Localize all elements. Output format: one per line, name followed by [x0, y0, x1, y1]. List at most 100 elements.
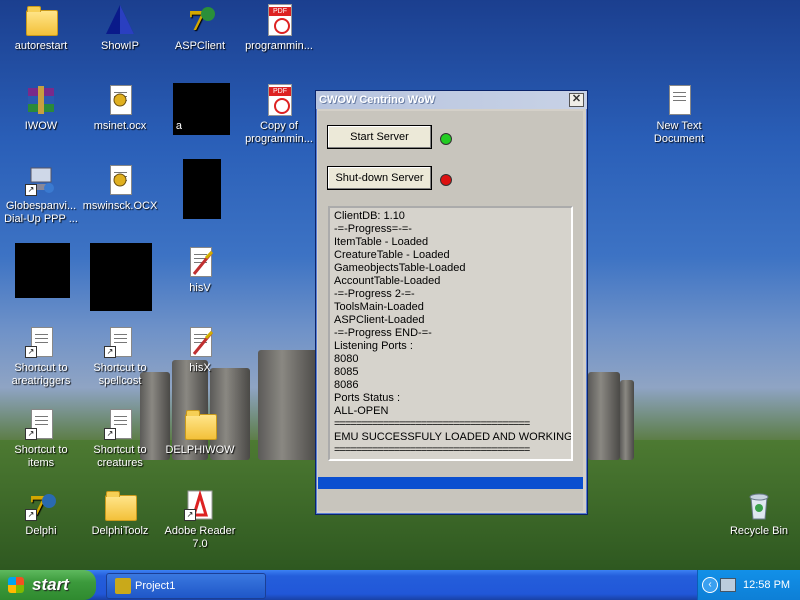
log-line: Listening Ports : [334, 340, 413, 352]
window-client-area: Start Server Shut-down Server ClientDB: … [318, 111, 583, 511]
log-line: CreatureTable - Loaded [334, 249, 450, 261]
desktop-icon-programming-pdf[interactable]: PDF programmin... [238, 4, 320, 53]
windows-logo-icon [8, 577, 24, 593]
shortcut-arrow-icon: ↗ [104, 428, 116, 440]
wallpaper-stone [620, 380, 634, 460]
folder-icon [184, 408, 217, 440]
delphi-app-icon: 7 ↗ [25, 489, 57, 522]
icon-label: Shortcut to items [14, 444, 68, 469]
start-button[interactable]: start [0, 570, 96, 600]
shortcut-arrow-icon: ↗ [25, 509, 37, 521]
log-line: ToolsMain-Loaded [334, 301, 424, 313]
start-label: start [32, 575, 69, 594]
log-line: ==================================== [334, 418, 530, 430]
icon-label: Delphi [25, 525, 57, 537]
icon-label: Recycle Bin [729, 525, 789, 537]
log-line: ==================================== [334, 444, 530, 456]
pyramid-icon [104, 4, 136, 36]
desktop-icon-delphitoolz[interactable]: DelphiToolz [79, 489, 161, 538]
server-log-memo[interactable]: ClientDB: 1.10 -=-Progress=-=- ItemTable… [328, 206, 573, 461]
icon-label: DelphiToolz [91, 525, 149, 537]
log-line: ALL-OPEN [334, 405, 389, 417]
icon-label: hisX [189, 362, 211, 374]
show-hidden-icons-chevron-icon[interactable]: ‹ [702, 577, 718, 593]
desktop-icon-autorestart[interactable]: autorestart [0, 4, 82, 53]
redacted-block [90, 243, 152, 311]
taskbar-button-label: Project1 [135, 580, 176, 592]
desktop-icon-aspclient[interactable]: 7 ASPClient [159, 4, 241, 53]
desktop-icon-a[interactable]: a [130, 120, 182, 133]
desktop-icon-shortcut-creatures[interactable]: ↗ Shortcut to creatures [79, 408, 161, 470]
icon-label: DELPHIWOW [165, 444, 235, 456]
folder-icon [104, 489, 137, 521]
recycle-bin-icon [743, 489, 775, 521]
log-line: -=-Progress 2-=- [334, 288, 415, 300]
start-server-button[interactable]: Start Server [327, 125, 432, 149]
clock[interactable]: 12:58 PM [743, 570, 790, 600]
window-titlebar[interactable]: CWOW Centrino WoW ✕ [316, 91, 587, 109]
icon-label: Shortcut to spellcost [93, 362, 147, 387]
desktop-icon-iwow[interactable]: IWOW [0, 84, 82, 133]
desktop-icon-new-text-document[interactable]: New Text Document [638, 84, 720, 146]
icon-label: hisV [189, 282, 211, 294]
log-line: ItemTable - Loaded [334, 236, 429, 248]
log-line: ASPClient-Loaded [334, 314, 425, 326]
desktop-icon-showip[interactable]: ShowIP [79, 4, 161, 53]
folder-icon [25, 4, 58, 36]
icon-label: Globespanvi... Dial-Up PPP ... [4, 200, 78, 225]
text-file-icon: ↗ [25, 408, 57, 440]
text-file-icon [663, 84, 695, 116]
log-line: EMU SUCCESSFULY LOADED AND WORKING [334, 431, 573, 443]
desktop-icon-copy-of-programming[interactable]: PDF Copy of programmin... [238, 84, 320, 146]
pdf-icon: PDF [263, 84, 295, 116]
taskbar-button-project1[interactable]: Project1 [106, 573, 266, 599]
log-line: ClientDB: 1.10 [334, 210, 405, 222]
desktop-icon-adobe-reader[interactable]: ↗ Adobe Reader 7.0 [159, 489, 241, 551]
shortcut-arrow-icon: ↗ [184, 509, 196, 521]
desktop-icon-shortcut-areatriggers[interactable]: ↗ Shortcut to areatriggers [0, 326, 82, 388]
desktop-icon-delphi[interactable]: 7 ↗ Delphi [0, 489, 82, 538]
window-title: CWOW Centrino WoW [319, 94, 435, 106]
delphi-app-icon: 7 [184, 4, 216, 37]
icon-label: a [175, 120, 182, 132]
shutdown-server-button[interactable]: Shut-down Server [327, 166, 432, 190]
desktop-icon-recycle-bin[interactable]: Recycle Bin [718, 489, 800, 538]
redacted-block [183, 159, 221, 219]
icon-label: Shortcut to creatures [93, 444, 147, 469]
desktop-icon-hisv[interactable]: hisV [159, 246, 241, 295]
network-connection-icon: ↗ [25, 164, 57, 196]
desktop-icon-mswinsck[interactable]: mswinsck.OCX [79, 164, 161, 213]
log-line: 8080 [334, 353, 359, 365]
desktop-icon-hisx[interactable]: hisX [159, 326, 241, 375]
notepad-brush-icon [184, 246, 216, 278]
icon-label: Copy of programmin... [245, 120, 313, 145]
log-line: -=-Progress=-=- [334, 223, 412, 235]
network-icon[interactable] [720, 578, 736, 592]
shutdown-status-indicator [440, 174, 452, 186]
icon-label: IWOW [24, 120, 58, 132]
desktop-icon-shortcut-spellcost[interactable]: ↗ Shortcut to spellcost [79, 326, 161, 388]
icon-label: Adobe Reader 7.0 [164, 525, 236, 550]
notepad-brush-icon [184, 326, 216, 358]
text-file-icon: ↗ [104, 326, 136, 358]
log-line: Ports Status : [334, 392, 401, 404]
close-button[interactable]: ✕ [569, 93, 584, 107]
shortcut-arrow-icon: ↗ [104, 346, 116, 358]
system-file-icon [104, 164, 136, 196]
redacted-block [15, 243, 70, 298]
icon-label: ShowIP [101, 40, 139, 52]
log-line: 8086 [334, 379, 359, 391]
shortcut-arrow-icon: ↗ [25, 184, 37, 196]
start-status-indicator [440, 133, 452, 145]
log-line: -=-Progress END-=- [334, 327, 432, 339]
icon-label: mswinsck.OCX [82, 200, 158, 212]
adobe-reader-icon: ↗ [184, 489, 216, 521]
shortcut-arrow-icon: ↗ [25, 428, 37, 440]
icon-label: programmin... [245, 40, 313, 52]
system-tray: ‹ 12:58 PM [697, 570, 800, 600]
desktop-icon-shortcut-items[interactable]: ↗ Shortcut to items [0, 408, 82, 470]
desktop-icon-dialup[interactable]: ↗ Globespanvi... Dial-Up PPP ... [0, 164, 82, 226]
log-line: 8085 [334, 366, 359, 378]
desktop-icon-delphiwow[interactable]: DELPHIWOW [159, 408, 241, 457]
status-bar [318, 477, 583, 489]
